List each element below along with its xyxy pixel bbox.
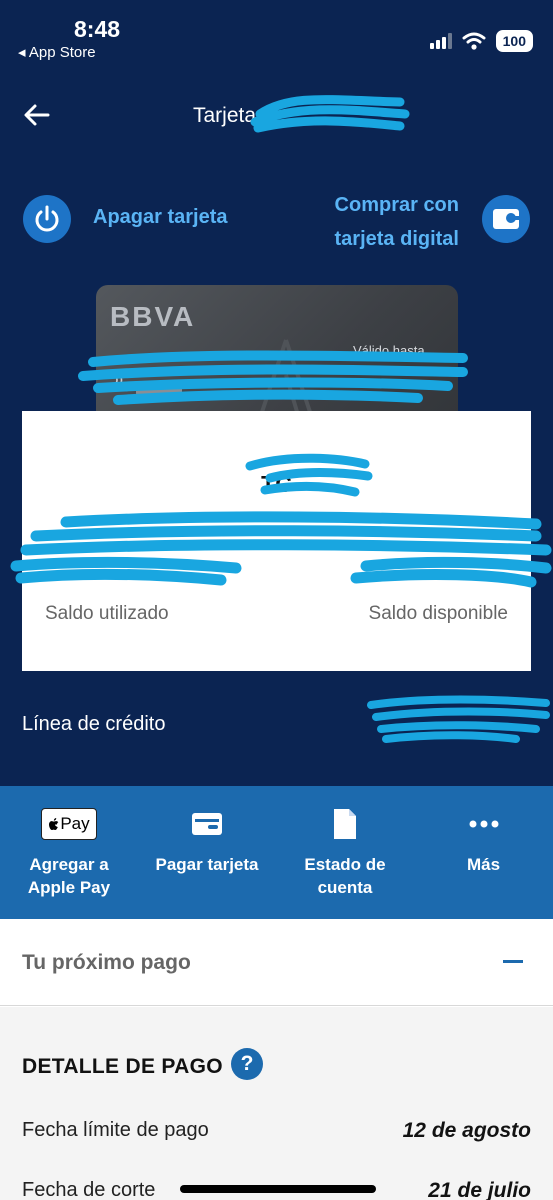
next-payment-label: Tu próximo pago: [22, 951, 191, 974]
redaction-bar: [180, 1185, 376, 1193]
collapse-icon[interactable]: [503, 960, 523, 963]
apple-logo-icon: [49, 818, 59, 830]
action-label: Estado de: [304, 855, 386, 874]
card-actions-bar: Pay Agregar a Apple Pay Pagar tarjeta Es…: [0, 786, 553, 919]
apple-pay-badge-text: Pay: [60, 814, 90, 833]
payment-detail-title: DETALLE DE PAGO: [22, 1055, 223, 1078]
action-label: Agregar a: [29, 855, 109, 874]
action-label: Más: [466, 855, 501, 874]
help-icon[interactable]: ?: [231, 1048, 263, 1080]
status-indicators: 100: [429, 30, 533, 52]
credit-line-label: Línea de crédito: [22, 713, 166, 735]
cellular-signal-icon: [429, 33, 452, 49]
power-toggle-button[interactable]: [23, 195, 71, 243]
document-icon: [334, 809, 356, 839]
action-label: Apple Pay: [27, 878, 111, 897]
used-balance-label: Saldo utilizado: [45, 603, 169, 624]
digital-card-button[interactable]: [482, 195, 530, 243]
status-time: 8:48: [74, 16, 121, 42]
next-payment-section[interactable]: Tu próximo pago: [0, 919, 553, 1006]
cutoff-date-label: Fecha de corte: [22, 1179, 156, 1200]
due-date-value: 12 de agosto: [402, 1119, 531, 1142]
bbva-logo: BBVA: [110, 301, 196, 332]
page-title: Tarjeta: [193, 104, 257, 127]
card-valid-until-label: Válido hasta: [353, 343, 425, 358]
card-payment-icon: [192, 813, 222, 835]
battery-indicator: 100: [495, 30, 533, 52]
wifi-icon: [462, 32, 486, 50]
contactless-icon: [114, 372, 123, 388]
card-name-label: TC: [261, 471, 292, 497]
due-date-label: Fecha límite de pago: [22, 1119, 209, 1141]
wallet-icon: [493, 209, 519, 229]
back-arrow-icon[interactable]: [22, 100, 52, 130]
cutoff-date-value: 21 de julio: [428, 1179, 531, 1200]
apple-pay-icon: Pay: [41, 808, 97, 840]
back-to-app-store-link[interactable]: ◂ App Store: [18, 43, 96, 61]
action-label: cuenta: [317, 878, 373, 897]
digital-card-line-2: tarjeta digital: [334, 228, 459, 250]
power-icon: [35, 205, 59, 232]
balance-summary-panel: TC Saldo utilizado Saldo disponible: [22, 411, 531, 671]
more-icon: [469, 820, 498, 828]
available-balance-label: Saldo disponible: [368, 603, 508, 624]
pay-card-button[interactable]: Pagar tarjeta: [138, 786, 276, 919]
account-statement-button[interactable]: Estado de cuenta: [276, 786, 414, 919]
turn-off-card-button[interactable]: Apagar tarjeta: [93, 206, 228, 229]
digital-card-purchase-link[interactable]: Comprar con tarjeta digital: [335, 188, 459, 256]
payment-detail-section: DETALLE DE PAGO ? Fecha límite de pago 1…: [0, 1007, 553, 1200]
add-to-apple-pay-button[interactable]: Pay Agregar a Apple Pay: [0, 786, 138, 919]
digital-card-line-1: Comprar con: [334, 194, 459, 216]
action-label: Pagar tarjeta: [155, 855, 259, 874]
more-options-button[interactable]: Más: [414, 786, 553, 919]
card-chip: [136, 381, 182, 395]
